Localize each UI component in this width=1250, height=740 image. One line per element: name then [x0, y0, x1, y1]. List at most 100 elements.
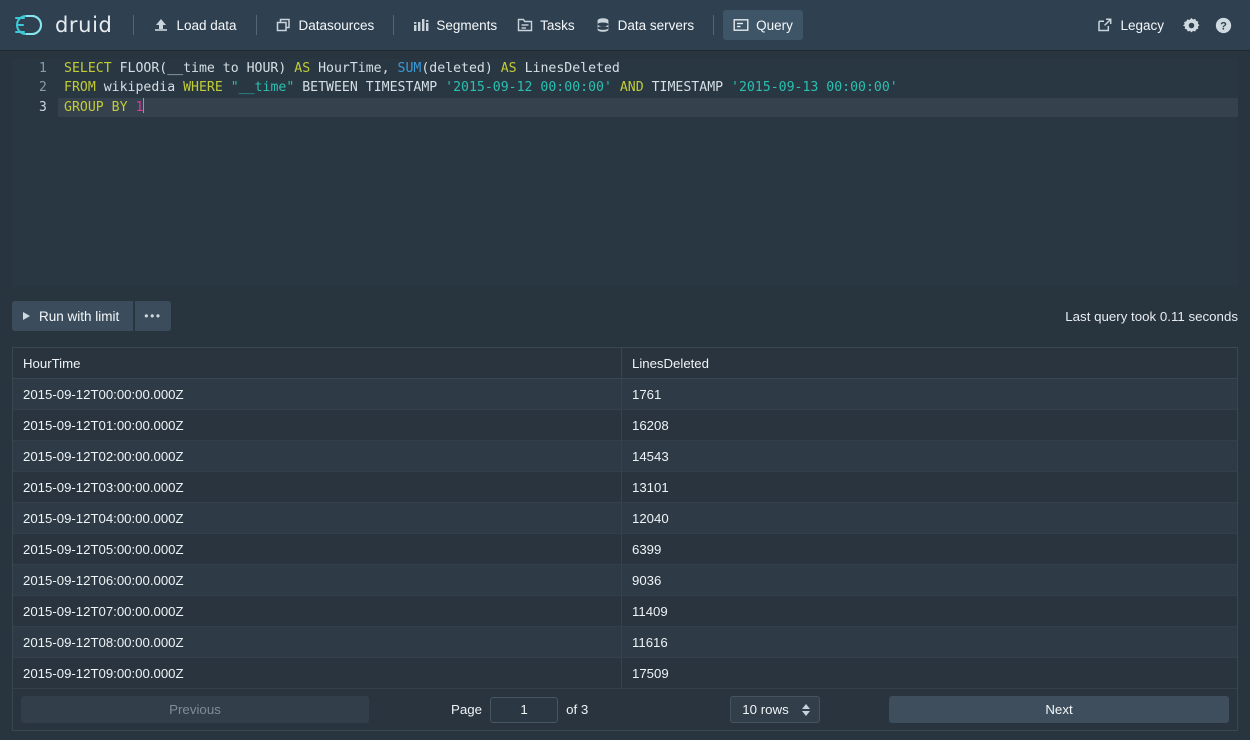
line-number: 3 — [12, 97, 58, 117]
page-total-label: of 3 — [566, 702, 589, 717]
editor-line-content[interactable]: FROM wikipedia WHERE "__time" BETWEEN TI… — [58, 78, 1238, 97]
tasks-icon — [517, 18, 533, 32]
navbar-left-group: druid Load data Datasources Segments Tas… — [14, 10, 1087, 40]
chevron-updown-icon — [801, 703, 810, 716]
table-row[interactable]: 2015-09-12T09:00:00.000Z 17509 — [13, 658, 1237, 689]
table-row[interactable]: 2015-09-12T03:00:00.000Z 13101 — [13, 472, 1237, 503]
page-number-input[interactable] — [490, 696, 559, 723]
cell-linesdeleted: 14543 — [621, 441, 1237, 471]
table-row[interactable]: 2015-09-12T08:00:00.000Z 11616 — [13, 627, 1237, 658]
cell-hourtime: 2015-09-12T07:00:00.000Z — [23, 603, 184, 619]
cell-linesdeleted: 6399 — [621, 534, 1237, 564]
nav-item-tasks[interactable]: Tasks — [507, 10, 585, 40]
nav-item-segments[interactable]: Segments — [403, 10, 507, 40]
run-with-limit-button[interactable]: Run with limit — [12, 301, 134, 331]
nav-item-data-servers[interactable]: Data servers — [585, 10, 705, 40]
cell-linesdeleted: 17509 — [621, 658, 1237, 688]
table-row[interactable]: 2015-09-12T01:00:00.000Z 16208 — [13, 410, 1237, 441]
upload-icon — [155, 19, 168, 31]
cell-linesdeleted: 12040 — [621, 503, 1237, 533]
druid-logo[interactable]: druid — [14, 12, 124, 38]
sql-editor[interactable]: 1 SELECT FLOOR(__time to HOUR) AS HourTi… — [12, 59, 1238, 287]
nav-item-label: Segments — [436, 17, 498, 33]
cell-hourtime: 2015-09-12T06:00:00.000Z — [23, 572, 184, 588]
rows-per-page-label: 10 rows — [742, 702, 789, 717]
cell-hourtime: 2015-09-12T00:00:00.000Z — [23, 386, 184, 402]
nav-item-label: Tasks — [540, 17, 575, 33]
editor-line-content[interactable]: GROUP BY 1 — [58, 97, 1238, 117]
page-indicator: Page of 3 — [451, 696, 589, 723]
cell-linesdeleted: 1761 — [621, 379, 1237, 409]
run-button-label: Run with limit — [39, 308, 120, 324]
cell-hourtime: 2015-09-12T03:00:00.000Z — [23, 479, 184, 495]
play-icon — [23, 312, 30, 320]
cell-linesdeleted: 9036 — [621, 565, 1237, 595]
more-options-button[interactable]: ••• — [135, 301, 171, 331]
druid-logo-text: druid — [55, 13, 113, 37]
editor-gutter — [12, 116, 58, 287]
nav-item-legacy[interactable]: Legacy — [1087, 10, 1174, 40]
table-row[interactable]: 2015-09-12T02:00:00.000Z 14543 — [13, 441, 1237, 472]
rows-per-page-select[interactable]: 10 rows — [730, 696, 820, 723]
table-row[interactable]: 2015-09-12T06:00:00.000Z 9036 — [13, 565, 1237, 596]
line-number: 2 — [12, 78, 58, 98]
table-row[interactable]: 2015-09-12T04:00:00.000Z 12040 — [13, 503, 1237, 534]
results-table: HourTime LinesDeleted 2015-09-12T00:00:0… — [12, 347, 1238, 689]
editor-empty-area[interactable] — [12, 116, 1238, 287]
cell-hourtime: 2015-09-12T02:00:00.000Z — [23, 448, 184, 464]
editor-line[interactable]: 1 SELECT FLOOR(__time to HOUR) AS HourTi… — [12, 59, 1238, 79]
cell-linesdeleted: 11409 — [621, 596, 1237, 626]
segments-icon — [414, 19, 429, 31]
page-label: Page — [451, 702, 483, 717]
query-toolbar: Run with limit ••• Last query took 0.11 … — [12, 299, 1238, 333]
next-page-button[interactable]: Next — [889, 696, 1229, 723]
editor-line-active[interactable]: 3 GROUP BY 1 — [12, 97, 1238, 117]
pagination-bar: Previous Page of 3 10 rows Next — [12, 689, 1238, 731]
nav-item-query[interactable]: Query — [723, 10, 803, 40]
query-icon — [733, 19, 749, 31]
query-timing-text: Last query took 0.11 seconds — [1065, 308, 1238, 324]
editor-line-content[interactable]: SELECT FLOOR(__time to HOUR) AS HourTime… — [58, 59, 1238, 78]
editor-line[interactable]: 2 FROM wikipedia WHERE "__time" BETWEEN … — [12, 78, 1238, 98]
navbar-right-group: Legacy ? — [1087, 10, 1238, 40]
navbar-divider — [393, 15, 395, 35]
navbar-divider — [713, 15, 715, 35]
line-number: 1 — [12, 59, 58, 79]
help-button[interactable]: ? — [1208, 10, 1238, 40]
database-icon — [597, 18, 609, 32]
cell-hourtime: 2015-09-12T01:00:00.000Z — [23, 417, 184, 433]
run-button-group: Run with limit ••• — [12, 301, 171, 331]
nav-item-label: Datasources — [298, 17, 375, 33]
text-cursor — [143, 97, 145, 113]
settings-button[interactable] — [1176, 10, 1206, 40]
table-row[interactable]: 2015-09-12T00:00:00.000Z 1761 — [13, 379, 1237, 410]
cell-hourtime: 2015-09-12T04:00:00.000Z — [23, 510, 184, 526]
nav-item-label: Query — [756, 17, 793, 33]
cell-hourtime: 2015-09-12T09:00:00.000Z — [23, 665, 184, 681]
previous-page-button[interactable]: Previous — [21, 696, 369, 723]
column-header-linesdeleted[interactable]: LinesDeleted — [621, 348, 1237, 378]
navbar-divider — [255, 15, 257, 35]
gear-icon — [1182, 17, 1199, 32]
column-header-hourtime[interactable]: HourTime — [13, 356, 621, 371]
nav-item-label: Load data — [176, 17, 237, 33]
table-row[interactable]: 2015-09-12T07:00:00.000Z 11409 — [13, 596, 1237, 627]
nav-item-label: Legacy — [1120, 17, 1164, 33]
editor-body[interactable] — [58, 116, 1238, 287]
table-row[interactable]: 2015-09-12T05:00:00.000Z 6399 — [13, 534, 1237, 565]
external-link-icon — [1098, 18, 1112, 32]
datasources-icon — [276, 18, 290, 32]
navbar: druid Load data Datasources Segments Tas… — [0, 0, 1250, 50]
cell-hourtime: 2015-09-12T08:00:00.000Z — [23, 634, 184, 650]
svg-text:?: ? — [1220, 20, 1227, 32]
help-icon: ? — [1215, 17, 1231, 33]
table-body: 2015-09-12T00:00:00.000Z 1761 2015-09-12T0… — [13, 379, 1237, 689]
cell-linesdeleted: 16208 — [621, 410, 1237, 440]
nav-item-datasources[interactable]: Datasources — [266, 10, 385, 40]
cell-linesdeleted: 11616 — [621, 627, 1237, 657]
cell-linesdeleted: 13101 — [621, 472, 1237, 502]
table-header-row: HourTime LinesDeleted — [13, 348, 1237, 379]
navbar-divider — [133, 15, 135, 35]
nav-item-load-data[interactable]: Load data — [143, 10, 246, 40]
druid-logo-icon — [15, 15, 42, 35]
